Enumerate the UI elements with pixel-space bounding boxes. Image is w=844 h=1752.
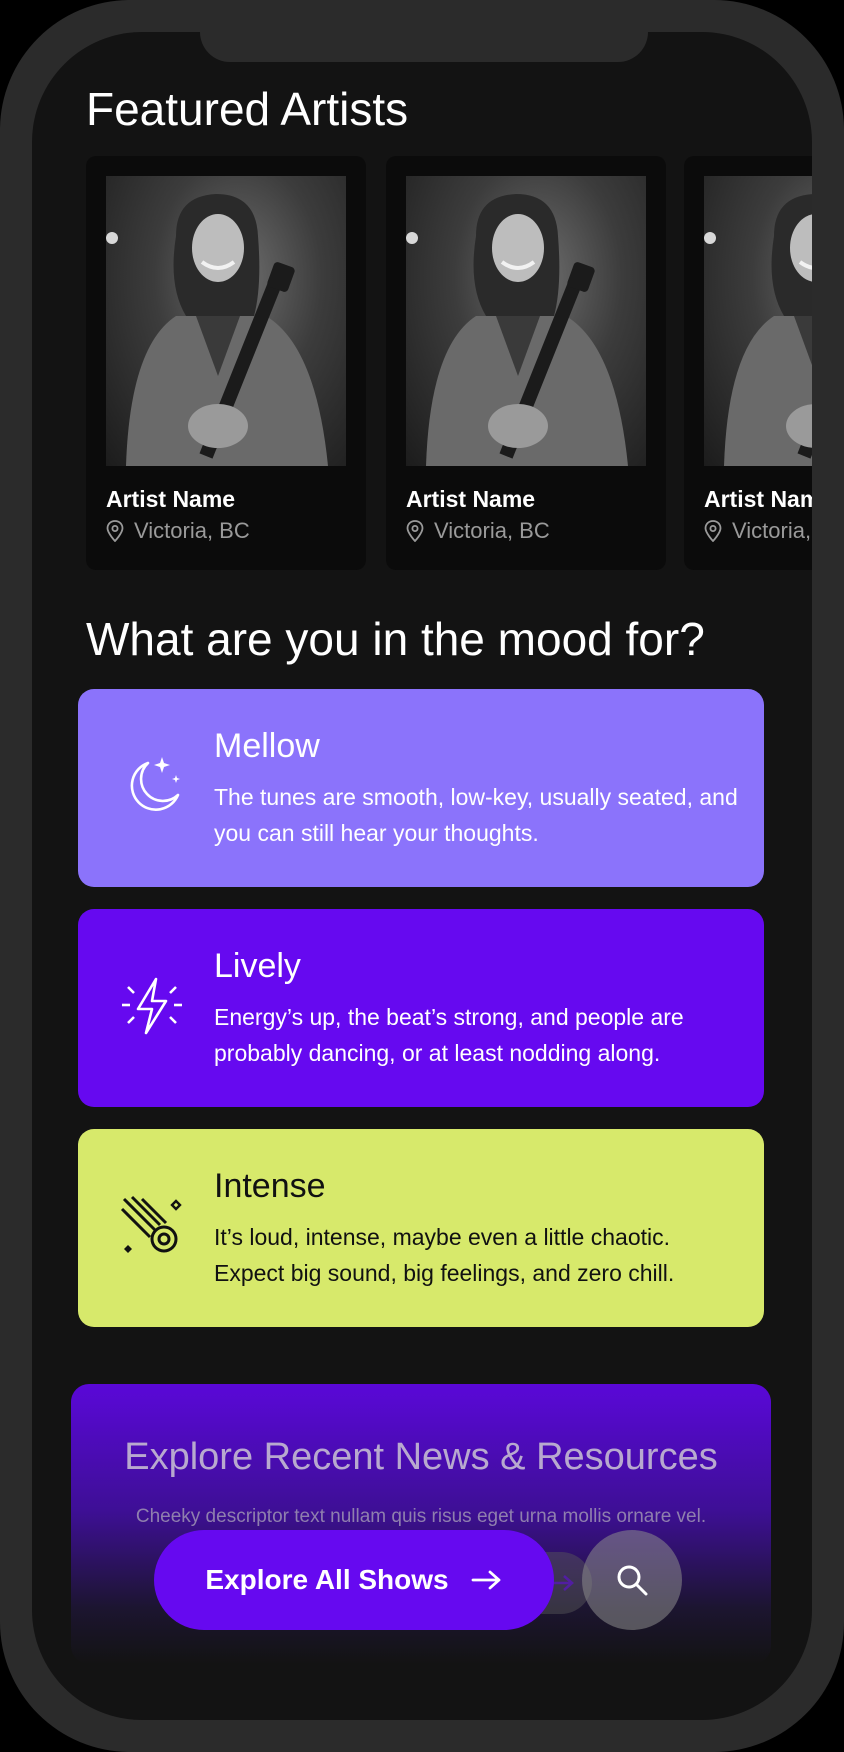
- location-pin-icon: [106, 520, 124, 542]
- explore-all-shows-button[interactable]: Explore All Shows: [154, 1530, 554, 1630]
- lightning-icon: [122, 977, 182, 1035]
- phone-notch: [200, 32, 648, 62]
- artist-card[interactable]: Artist Name Victoria, BC: [386, 156, 666, 570]
- explore-all-shows-label: Explore All Shows: [205, 1564, 449, 1595]
- artist-location-text: Victoria, BC: [434, 518, 550, 543]
- moon-stars-icon: [130, 757, 180, 811]
- artist-photo: [106, 176, 346, 466]
- artist-location-text: Victoria, BC: [732, 518, 812, 543]
- arrow-right-icon: [471, 1570, 501, 1590]
- mood-card-title: Intense: [214, 1167, 326, 1205]
- location-pin-icon: [406, 520, 424, 542]
- featured-artists-title: Featured Artists: [86, 83, 409, 135]
- mood-card-title: Mellow: [214, 727, 320, 765]
- mood-card-description: The tunes are smooth, low-key, usually s…: [214, 784, 738, 846]
- artist-card[interactable]: Artist Name Victoria, BC: [684, 156, 812, 570]
- mood-card-lively[interactable]: Lively Energy’s up, the beat’s strong, a…: [78, 909, 764, 1107]
- news-description: Cheeky descriptor text nullam quis risus…: [135, 1506, 707, 1527]
- artist-location: Victoria, BC: [704, 518, 812, 544]
- news-title: Explore Recent News & Resources: [124, 1436, 718, 1478]
- phone-screen: Featured Artists Artist Name Victoria, B…: [32, 32, 812, 1720]
- search-icon: [617, 1565, 648, 1596]
- artist-location-text: Victoria, BC: [134, 518, 250, 543]
- artist-name: Artist Name: [406, 486, 536, 512]
- search-button[interactable]: [582, 1530, 682, 1630]
- artist-card[interactable]: Artist Name Victoria, BC: [86, 156, 366, 570]
- artist-photo: [406, 176, 646, 466]
- phone-frame: Featured Artists Artist Name Victoria, B…: [0, 0, 844, 1752]
- artist-photo: [704, 176, 812, 466]
- mood-card-title: Lively: [214, 947, 301, 985]
- mood-card-description: Energy’s up, the beat’s strong, and peop…: [214, 1004, 684, 1066]
- artist-name: Artist Name: [704, 486, 812, 512]
- artist-name: Artist Name: [106, 486, 236, 512]
- location-pin-icon: [704, 520, 722, 542]
- artist-location: Victoria, BC: [406, 518, 550, 544]
- mood-card-intense[interactable]: Intense It’s loud, intense, maybe even a…: [78, 1129, 764, 1327]
- artist-carousel[interactable]: Artist Name Victoria, BC Artist Name Vic…: [86, 156, 812, 576]
- mood-title: What are you in the mood for?: [86, 613, 705, 665]
- mood-card-mellow[interactable]: Mellow The tunes are smooth, low-key, us…: [78, 689, 764, 887]
- comet-icon: [120, 1195, 182, 1253]
- artist-location: Victoria, BC: [106, 518, 250, 544]
- mood-card-description: It’s loud, intense, maybe even a little …: [214, 1224, 675, 1286]
